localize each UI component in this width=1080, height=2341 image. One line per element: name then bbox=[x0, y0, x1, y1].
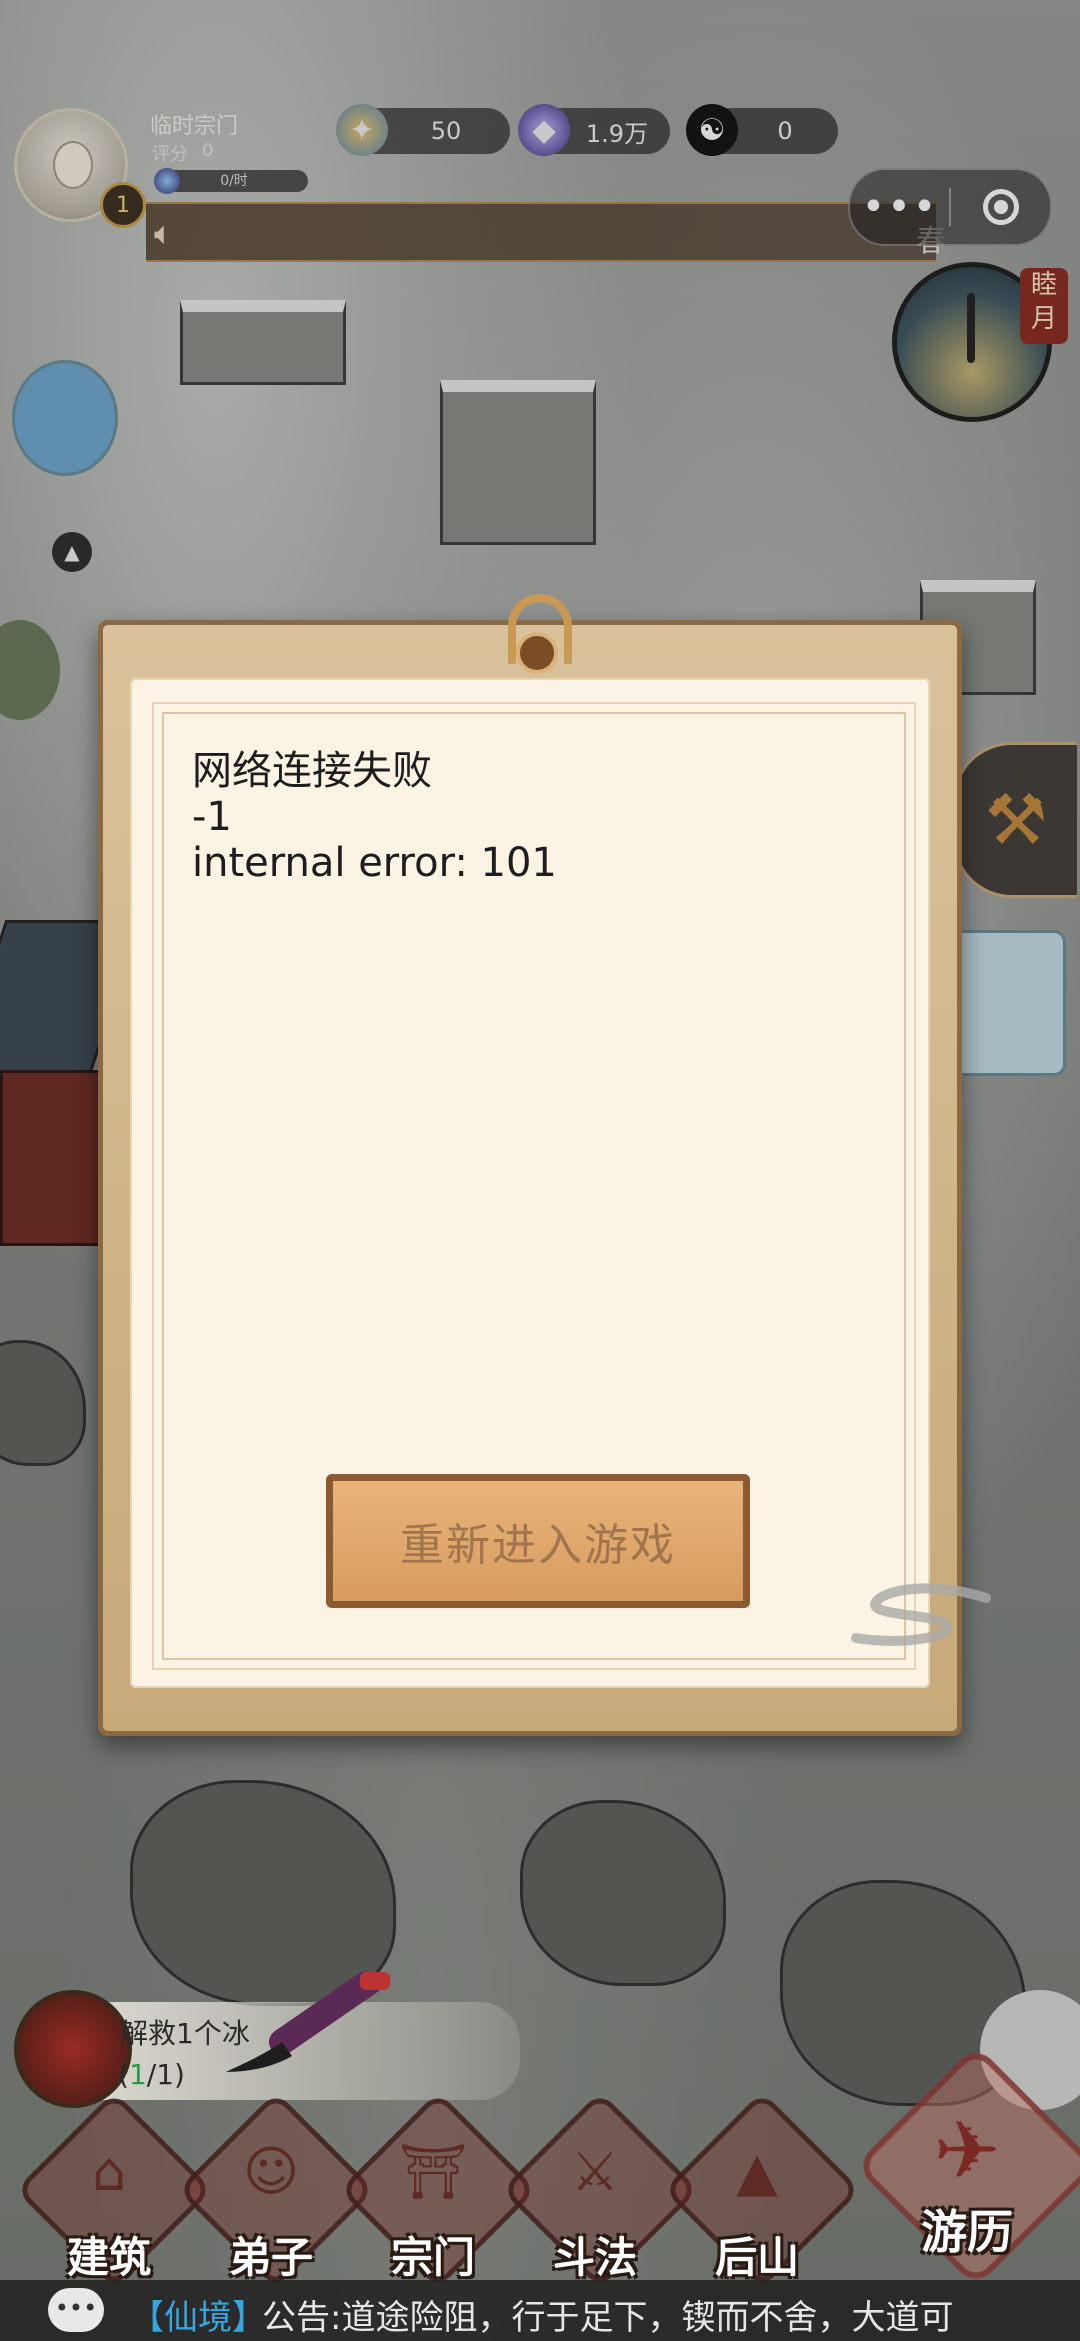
nav-label: 宗门 bbox=[390, 2233, 475, 2282]
disciple-icon: ☺ bbox=[242, 2140, 300, 2203]
task-text: 解救1个冰 bbox=[120, 2017, 250, 2050]
error-message: 网络连接失败 -1 internal error: 101 bbox=[192, 748, 557, 886]
nav-duel-button[interactable]: ⚔ 斗法 bbox=[501, 2091, 699, 2290]
nav-label: 弟子 bbox=[228, 2233, 313, 2282]
ticker-text: 公告:道途险阻，行于足下，锲而不舍，大道可 bbox=[262, 2298, 954, 2338]
reenter-game-button[interactable]: 重新进入游戏 bbox=[326, 1474, 750, 1608]
building-icon: ⌂ bbox=[91, 2140, 127, 2203]
nav-building-button[interactable]: ⌂ 建筑 bbox=[15, 2091, 213, 2290]
nav-disciple-button[interactable]: ☺ 弟子 bbox=[177, 2091, 375, 2290]
sect-gate-icon: ⛩ bbox=[398, 2140, 468, 2203]
dialog-hook-knob bbox=[516, 632, 558, 674]
nav-sect-button[interactable]: ⛩ 宗门 bbox=[339, 2091, 537, 2290]
nav-travel-button[interactable]: ✈ 游历 bbox=[854, 2044, 1080, 2290]
ink-swirl-decoration bbox=[851, 1583, 991, 1646]
duel-icon: ⚔ bbox=[570, 2140, 620, 2203]
travel-icon: ✈ bbox=[933, 2104, 1001, 2197]
nav-label: 建筑 bbox=[66, 2233, 151, 2282]
task-progress: (1/1) bbox=[118, 2058, 185, 2091]
mountain-icon: ▲ bbox=[736, 2140, 778, 2203]
scroll-icon[interactable] bbox=[14, 1990, 132, 2108]
ticker-channel: 【仙境】 bbox=[130, 2298, 266, 2338]
nav-label: 游历 bbox=[921, 2205, 1013, 2259]
announcement-ticker[interactable]: ••• 【仙境】 公告:道途险阻，行于足下，锲而不舍，大道可 bbox=[0, 2280, 1080, 2341]
nav-label: 后山 bbox=[714, 2233, 799, 2282]
chat-icon[interactable]: ••• bbox=[48, 2288, 104, 2332]
nav-label: 斗法 bbox=[552, 2233, 637, 2282]
task-progress-done: 1 bbox=[128, 2058, 147, 2091]
nav-backhill-button[interactable]: ▲ 后山 bbox=[663, 2091, 861, 2290]
